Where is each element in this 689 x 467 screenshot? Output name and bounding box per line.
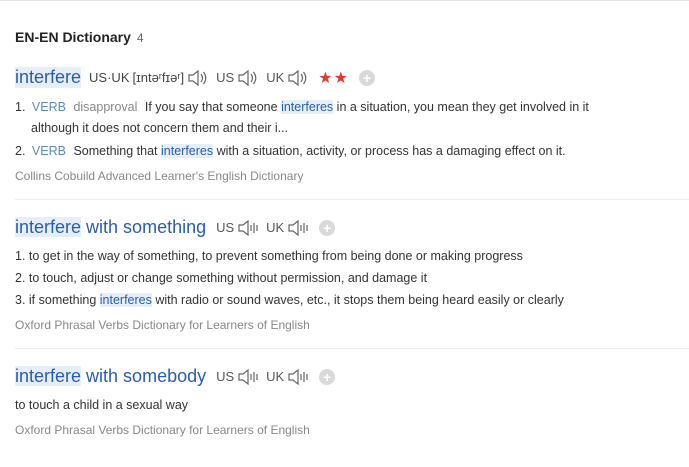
us-label: US [216, 70, 235, 85]
headword[interactable]: interfere with something [15, 217, 206, 238]
star-icon: ★★ [318, 69, 349, 87]
section-count: 4 [136, 31, 144, 45]
plus-icon[interactable]: + [319, 368, 336, 385]
definition-row: to touch a child in a sexual way [15, 398, 189, 412]
entry-divider [15, 348, 689, 349]
us-label: US [216, 369, 235, 384]
plus-icon[interactable]: + [319, 219, 336, 236]
top-divider [0, 0, 689, 1]
pronunciation-label: US·UK [89, 70, 130, 85]
entry-interfere-header: interfere US·UK [ɪntəʳfɪəʳ] US UK ★★ + [15, 67, 375, 88]
definition-number: 2. [15, 144, 26, 158]
uk-label: UK [266, 369, 285, 384]
definition-row: 1. to get in the way of something, to pr… [15, 249, 523, 263]
speaker-icon[interactable] [287, 69, 309, 87]
definition-continuation: although it does not concern them and th… [31, 121, 289, 135]
ipa-text: [ɪntəʳfɪəʳ] [132, 70, 185, 85]
entry-divider [15, 199, 689, 200]
definition-text: If you say that someone interferes in a … [144, 100, 589, 114]
definition-row: 1. VERB disapproval If you say that some… [15, 100, 589, 114]
section-title: EN-EN Dictionary 4 [15, 29, 144, 45]
part-of-speech: VERB [31, 100, 66, 114]
dictionary-source: Oxford Phrasal Verbs Dictionary for Lear… [15, 423, 310, 437]
speaker-icon[interactable] [187, 69, 209, 87]
headword[interactable]: interfere [15, 67, 82, 88]
entry-interfere-with-something-header: interfere with something US UK + [15, 217, 336, 238]
uk-label: UK [266, 70, 285, 85]
speaker-icon[interactable] [237, 368, 259, 386]
definition-row: 3. if something interferes with radio or… [15, 293, 564, 307]
definition-text: Something that interferes with a situati… [73, 144, 566, 158]
dictionary-source: Oxford Phrasal Verbs Dictionary for Lear… [15, 318, 310, 332]
entry-interfere-with-somebody-header: interfere with somebody US UK + [15, 366, 336, 387]
speaker-icon[interactable] [287, 368, 309, 386]
definition-row: 2. to touch, adjust or change something … [15, 271, 428, 285]
headword[interactable]: interfere with somebody [15, 366, 206, 387]
uk-label: UK [266, 220, 285, 235]
speaker-icon[interactable] [237, 219, 259, 237]
part-of-speech: VERB [31, 144, 66, 158]
plus-icon[interactable]: + [358, 69, 375, 86]
definition-row: 2. VERB Something that interferes with a… [15, 144, 566, 158]
speaker-icon[interactable] [237, 69, 259, 87]
us-label: US [216, 220, 235, 235]
dictionary-source: Collins Cobuild Advanced Learner's Engli… [15, 169, 304, 183]
speaker-icon[interactable] [287, 219, 309, 237]
definition-number: 1. [15, 100, 26, 114]
section-title-text: EN-EN Dictionary [15, 29, 131, 45]
register-label: disapproval [73, 100, 138, 114]
